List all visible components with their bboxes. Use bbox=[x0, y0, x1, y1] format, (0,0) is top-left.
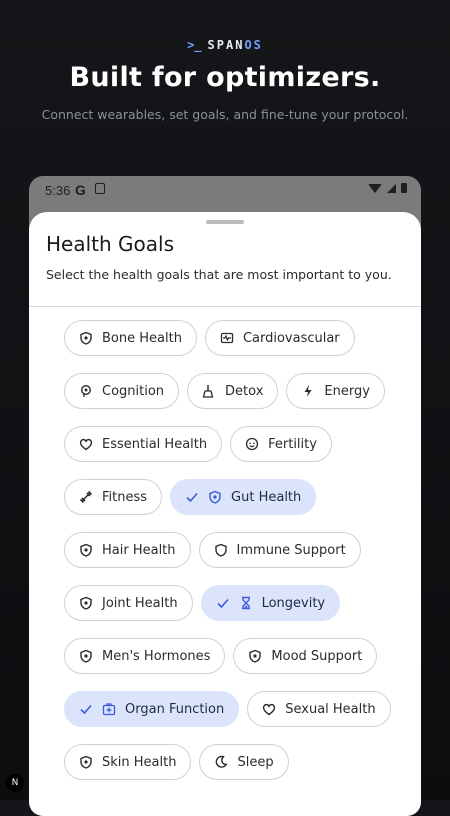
dumbbell-icon bbox=[79, 490, 93, 504]
goal-chip[interactable]: Hair Health bbox=[64, 532, 191, 568]
brand-name-accent: OS bbox=[244, 38, 263, 52]
shield-icon bbox=[80, 755, 92, 769]
fertility-icon bbox=[245, 437, 259, 451]
goal-chip[interactable]: Sleep bbox=[199, 744, 289, 780]
phone-mockup: 5:36 G Health Goals Select the health go… bbox=[29, 176, 421, 816]
goal-chip-label: Longevity bbox=[261, 595, 326, 611]
goal-chip-label: Joint Health bbox=[102, 595, 178, 611]
goal-chip-label: Sexual Health bbox=[285, 701, 376, 717]
signal-icon bbox=[387, 183, 396, 193]
goal-chip-label: Fitness bbox=[102, 489, 148, 505]
goal-chip-label: Fertility bbox=[268, 436, 317, 452]
moon-icon bbox=[216, 755, 228, 768]
medical-kit-icon bbox=[102, 703, 116, 716]
check-icon bbox=[216, 598, 229, 609]
goal-chip-label: Cognition bbox=[102, 383, 165, 399]
wifi-icon bbox=[368, 183, 382, 193]
status-time: 5:36 bbox=[45, 183, 71, 198]
goal-chip-label: Sleep bbox=[237, 754, 274, 770]
brand-logo: >_ SPANOS bbox=[0, 38, 450, 52]
google-icon: G bbox=[75, 182, 86, 198]
brain-icon bbox=[80, 384, 92, 397]
broom-icon bbox=[202, 385, 214, 398]
goal-chip-label: Men's Hormones bbox=[102, 648, 211, 664]
divider bbox=[29, 306, 421, 307]
goal-chip-list: Bone Health Cardiovascular Cognition Detox E… bbox=[64, 320, 399, 780]
shield-icon bbox=[80, 331, 92, 345]
check-icon bbox=[80, 704, 92, 715]
goal-chip[interactable]: Essential Health bbox=[64, 426, 223, 462]
battery-icon bbox=[401, 183, 407, 193]
goal-chip-label: Mood Support bbox=[271, 648, 363, 664]
goal-chip-label: Essential Health bbox=[102, 436, 208, 452]
goal-chip[interactable]: Organ Function bbox=[64, 691, 240, 727]
notification-icon bbox=[95, 183, 105, 194]
goal-chip-label: Bone Health bbox=[102, 330, 182, 346]
health-goals-sheet: Health Goals Select the health goals tha… bbox=[29, 212, 421, 816]
hero-subline: Connect wearables, set goals, and fine-t… bbox=[41, 107, 409, 122]
goal-chip[interactable]: Immune Support bbox=[198, 532, 361, 568]
hourglass-icon bbox=[241, 596, 250, 610]
goal-chip-label: Skin Health bbox=[102, 754, 177, 770]
goal-chip-label: Hair Health bbox=[102, 542, 176, 558]
goal-chip-label: Detox bbox=[225, 383, 264, 399]
goal-chip[interactable]: Fitness bbox=[64, 479, 163, 515]
goal-chip[interactable]: Energy bbox=[286, 373, 385, 409]
goal-chip[interactable]: Cognition bbox=[64, 373, 180, 409]
goal-chip-label: Cardiovascular bbox=[242, 330, 340, 346]
shield-icon bbox=[80, 596, 92, 610]
goal-chip-label: Immune Support bbox=[236, 542, 346, 558]
shield-icon bbox=[80, 543, 92, 557]
goal-chip[interactable]: Fertility bbox=[230, 426, 332, 462]
shield-icon bbox=[80, 649, 92, 663]
goal-chip[interactable]: Gut Health bbox=[170, 479, 317, 515]
check-icon bbox=[186, 492, 198, 503]
heart-icon bbox=[263, 703, 276, 716]
goal-chip[interactable]: Detox bbox=[187, 373, 279, 409]
brand-name: SPAN bbox=[207, 38, 245, 52]
sheet-subtitle: Select the health goals that are most im… bbox=[46, 267, 392, 282]
shield-icon bbox=[209, 490, 221, 504]
sheet-title: Health Goals bbox=[46, 232, 174, 256]
n-badge[interactable]: N bbox=[6, 774, 24, 792]
goal-chip[interactable]: Mood Support bbox=[233, 638, 378, 674]
goal-chip[interactable]: Longevity bbox=[200, 585, 341, 621]
shield-outline-icon bbox=[214, 543, 227, 557]
bolt-icon bbox=[304, 385, 312, 397]
goal-chip[interactable]: Men's Hormones bbox=[64, 638, 226, 674]
goal-chip-label: Energy bbox=[324, 383, 370, 399]
goal-chip-label: Organ Function bbox=[125, 701, 225, 717]
goal-chip[interactable]: Cardiovascular bbox=[204, 320, 355, 356]
brand-prompt: >_ bbox=[187, 38, 202, 52]
goal-chip[interactable]: Skin Health bbox=[64, 744, 192, 780]
goal-chip[interactable]: Sexual Health bbox=[247, 691, 391, 727]
drag-handle[interactable] bbox=[206, 220, 244, 224]
shield-icon bbox=[249, 649, 262, 663]
hero-headline: Built for optimizers. bbox=[69, 62, 381, 93]
goal-chip[interactable]: Joint Health bbox=[64, 585, 193, 621]
goal-chip-label: Gut Health bbox=[231, 489, 302, 505]
goal-chip[interactable]: Bone Health bbox=[64, 320, 197, 356]
heart-icon bbox=[79, 438, 93, 451]
heart-monitor-icon bbox=[220, 332, 234, 344]
status-bar: 5:36 G bbox=[29, 176, 421, 206]
